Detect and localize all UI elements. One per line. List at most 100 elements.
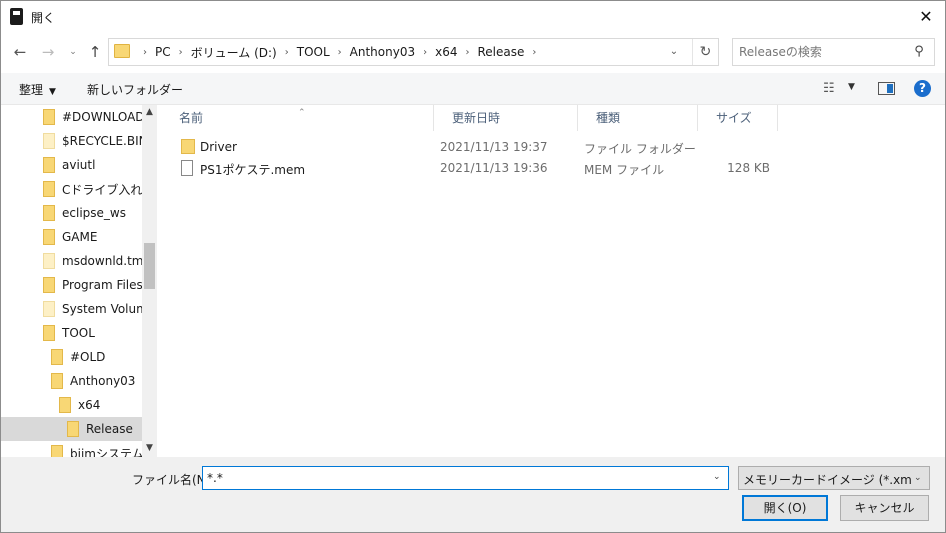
view-options-icon[interactable]: ☷ (823, 82, 841, 96)
tree-item-label: TOOL (62, 326, 95, 340)
file-size: 128 KB (727, 161, 770, 175)
tree-item[interactable]: System Volume (1, 297, 142, 321)
file-type: ファイル フォルダー (584, 142, 696, 156)
open-button[interactable]: 開く(O) (742, 495, 828, 521)
tree-item-label: biimシステム (70, 446, 142, 458)
folder-icon (43, 253, 55, 269)
file-date: 2021/11/13 19:36 (440, 161, 548, 175)
tree-item[interactable]: biimシステム (1, 441, 142, 457)
file-type-select[interactable]: メモリーカードイメージ (*.xmc,*.mem) ⌄ (738, 466, 930, 490)
address-dropdown-icon[interactable]: ⌄ (662, 39, 686, 65)
search-box[interactable]: ⚲ (732, 38, 935, 66)
up-arrow-icon[interactable]: ↑ (84, 40, 106, 64)
column-header-size[interactable]: サイズ (698, 105, 778, 131)
folder-icon (51, 373, 63, 389)
folder-icon (51, 445, 63, 457)
column-header-name[interactable]: 名前 ⌃ (161, 105, 434, 131)
organize-button[interactable]: 整理 ▼ (19, 81, 56, 98)
title-bar: 開く ✕ (1, 1, 945, 32)
tree-item-label: Release (86, 422, 133, 436)
tree-item[interactable]: eclipse_ws (1, 201, 142, 225)
folder-icon (43, 325, 55, 341)
tree-item-label: Cドライブ入れ替え (62, 182, 142, 197)
file-type-value: メモリーカードイメージ (*.xmc,*.mem) (743, 473, 911, 487)
column-header-date[interactable]: 更新日時 (434, 105, 578, 131)
breadcrumb-item[interactable]: Release (477, 45, 524, 59)
folder-icon (43, 109, 55, 125)
filename-value: *.* (207, 471, 223, 485)
refresh-icon[interactable]: ↻ (692, 39, 718, 65)
tree-item[interactable]: GAME (1, 225, 142, 249)
search-input[interactable] (739, 43, 909, 61)
organize-label: 整理 (19, 83, 44, 97)
new-folder-button[interactable]: 新しいフォルダー (87, 81, 183, 98)
tree-item[interactable]: Anthony03 (1, 369, 142, 393)
tree-item-label: Program Files (62, 278, 142, 292)
tree-item-label: #OLD (70, 350, 106, 364)
file-list[interactable]: 名前 ⌃ 更新日時 種類 サイズ Driver 2021/11/13 19:37 ファ… (161, 105, 945, 457)
tree-item-label: msdownld.tmp (62, 254, 142, 268)
breadcrumb-item[interactable]: Anthony03 (350, 45, 415, 59)
file-row[interactable]: Driver 2021/11/13 19:37 ファイル フォルダー (161, 137, 945, 158)
chevron-right-icon[interactable]: › (143, 47, 147, 58)
chevron-right-icon[interactable]: › (338, 47, 342, 58)
bottom-bar: ファイル名(N): *.* ⌄ メモリーカードイメージ (*.xmc,*.mem… (1, 457, 945, 532)
folder-icon (43, 157, 55, 173)
tree-item-label: eclipse_ws (62, 206, 126, 220)
tree-item[interactable]: Cドライブ入れ替え (1, 177, 142, 201)
search-icon[interactable]: ⚲ (911, 44, 927, 60)
preview-pane-icon[interactable] (878, 82, 895, 95)
sort-ascending-icon: ⌃ (298, 108, 306, 118)
scroll-thumb[interactable] (144, 243, 155, 289)
folder-icon (114, 44, 130, 58)
tree-item[interactable]: Release (1, 417, 142, 441)
scroll-down-icon[interactable]: ▼ (142, 443, 157, 453)
tree-item-label: aviutl (62, 158, 96, 172)
tree-item[interactable]: $RECYCLE.BIN (1, 129, 142, 153)
breadcrumb-item[interactable]: x64 (435, 45, 457, 59)
folder-icon (181, 139, 195, 154)
cancel-button[interactable]: キャンセル (840, 495, 929, 521)
tree-item[interactable]: aviutl (1, 153, 142, 177)
folder-icon (67, 421, 79, 437)
tree-item-label: #DOWNLOAD (62, 110, 142, 124)
chevron-right-icon[interactable]: › (532, 47, 536, 58)
close-button[interactable]: ✕ (907, 1, 945, 32)
column-header-type[interactable]: 種類 (578, 105, 698, 131)
recent-locations-chevron-icon[interactable]: ⌄ (62, 40, 84, 64)
folder-icon (43, 133, 55, 149)
chevron-down-icon: ⌄ (914, 473, 922, 483)
tree-item[interactable]: #OLD (1, 345, 142, 369)
breadcrumb-item[interactable]: ボリューム (D:) (191, 44, 277, 61)
breadcrumb-item[interactable]: PC (155, 45, 171, 59)
tree-item[interactable]: Program Files (1, 273, 142, 297)
open-file-dialog: 開く ✕ ← → ⌄ ↑ › PC › ボリューム (D:) › TOOL › Anthony… (0, 0, 946, 533)
scroll-up-icon[interactable]: ▲ (142, 107, 157, 117)
file-icon (181, 160, 193, 176)
filename-field[interactable]: *.* ⌄ (202, 466, 729, 490)
app-icon (10, 8, 23, 25)
help-icon[interactable]: ? (914, 80, 931, 97)
tree-item[interactable]: #DOWNLOAD (1, 105, 142, 129)
file-name: Driver (200, 140, 237, 154)
chevron-right-icon[interactable]: › (465, 47, 469, 58)
chevron-right-icon[interactable]: › (423, 47, 427, 58)
folder-icon (43, 229, 55, 245)
nav-scrollbar[interactable]: ▲ ▼ (142, 105, 157, 457)
tree-item[interactable]: x64 (1, 393, 142, 417)
file-row[interactable]: PS1ポケステ.mem 2021/11/13 19:36 MEM ファイル 128 K… (161, 158, 945, 179)
forward-arrow-icon[interactable]: → (37, 40, 59, 64)
chevron-right-icon[interactable]: › (179, 47, 183, 58)
folder-icon (43, 181, 55, 197)
tree-item[interactable]: msdownld.tmp (1, 249, 142, 273)
folder-icon (59, 397, 71, 413)
tree-item-label: System Volume (62, 302, 142, 316)
tree-item[interactable]: TOOL (1, 321, 142, 345)
chevron-down-icon[interactable]: ▼ (848, 82, 855, 92)
chevron-right-icon[interactable]: › (285, 47, 289, 58)
address-bar[interactable]: › PC › ボリューム (D:) › TOOL › Anthony03 › x64 › Releas… (108, 38, 719, 66)
navigation-pane[interactable]: #DOWNLOAD $RECYCLE.BIN aviutl Cドライブ入れ替え ecli… (1, 105, 157, 457)
back-arrow-icon[interactable]: ← (9, 40, 31, 64)
breadcrumb-item[interactable]: TOOL (297, 45, 330, 59)
chevron-down-icon[interactable]: ⌄ (713, 472, 721, 482)
